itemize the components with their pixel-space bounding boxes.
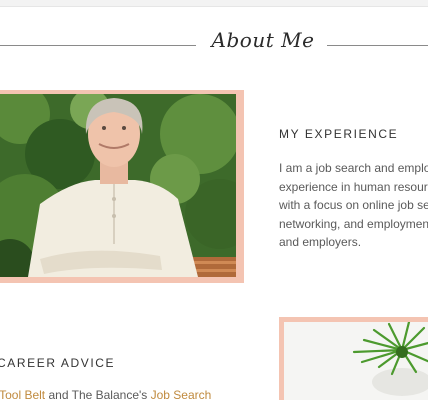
experience-line: I am a job search and employ: [279, 161, 428, 175]
career-advice-heading: CAREER ADVICE: [0, 356, 116, 370]
plant-photo-frame: [279, 317, 428, 400]
portrait-photo-frame: [0, 90, 244, 283]
title-divider-left: [0, 45, 196, 46]
career-text-middle: and The Balance's: [45, 388, 151, 400]
about-page: About Me MY EXPERIENCE I am a job search…: [0, 0, 428, 400]
header-bottom-border: [0, 0, 428, 7]
title-divider-right: [327, 45, 428, 46]
experience-line: networking, and employment: [279, 216, 428, 231]
experience-heading: MY EXPERIENCE: [279, 127, 399, 141]
experience-line: and employers.: [279, 235, 362, 249]
tool-belt-link[interactable]: r Tool Belt: [0, 388, 45, 400]
experience-line: experience in human resourc: [279, 179, 428, 194]
job-search-link[interactable]: Job Search: [151, 388, 212, 400]
career-advice-text: r Tool Belt and The Balance's Job Search: [0, 388, 211, 400]
section-title: About Me: [211, 28, 315, 52]
experience-text: I am a job search and employ experience …: [279, 159, 428, 252]
portrait-photo: [0, 94, 236, 277]
plant-photo: [284, 322, 428, 400]
experience-line: with a focus on online job sea: [279, 198, 428, 212]
